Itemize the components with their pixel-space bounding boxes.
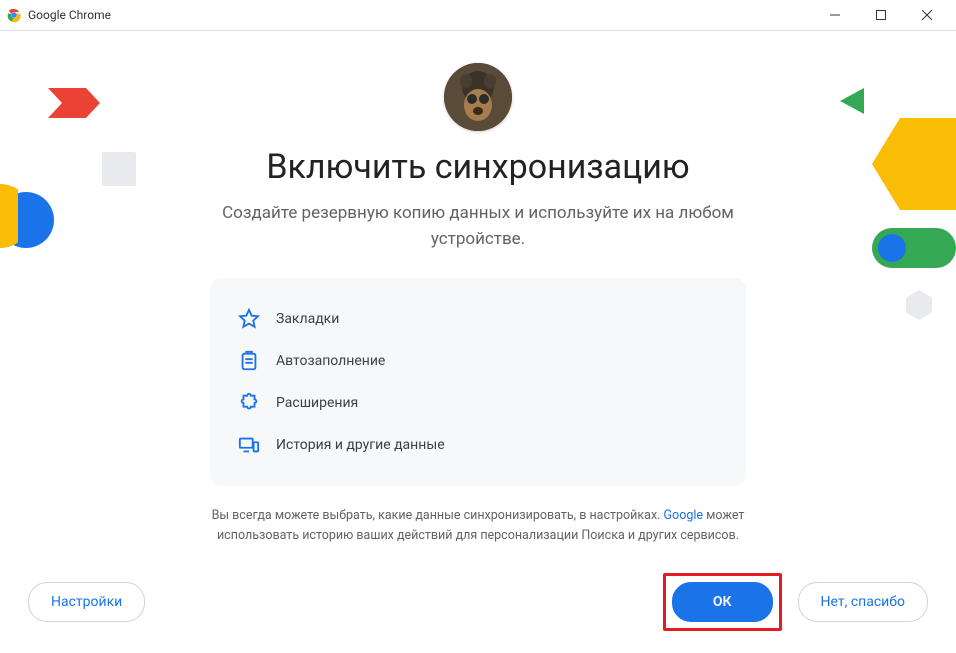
feature-bookmarks: Закладки [238, 298, 718, 340]
page-title: Включить синхронизацию [0, 147, 956, 187]
disclaimer-before: Вы всегда можете выбрать, какие данные с… [212, 508, 664, 523]
minimize-button[interactable] [812, 0, 858, 30]
disclaimer: Вы всегда можете выбрать, какие данные с… [198, 506, 758, 546]
star-icon [238, 308, 260, 330]
google-link[interactable]: Google [664, 508, 703, 523]
settings-button[interactable]: Настройки [28, 582, 145, 622]
feature-autofill: Автозаполнение [238, 340, 718, 382]
chrome-icon [6, 7, 22, 23]
puzzle-icon [238, 392, 260, 414]
feature-label: Автозаполнение [276, 353, 385, 369]
page-subtitle: Создайте резервную копию данных и исполь… [218, 201, 738, 252]
no-thanks-button[interactable]: Нет, спасибо [798, 582, 928, 622]
feature-extensions: Расширения [238, 382, 718, 424]
feature-history: История и другие данные [238, 424, 718, 466]
feature-label: История и другие данные [276, 437, 445, 453]
feature-list: Закладки Автозаполнение Расширения Истор… [210, 278, 746, 486]
window-title: Google Chrome [28, 8, 812, 22]
titlebar: Google Chrome [0, 0, 956, 31]
clipboard-icon [238, 350, 260, 372]
feature-label: Закладки [276, 311, 339, 327]
main-content: Включить синхронизацию Создайте резервну… [0, 31, 956, 546]
avatar [444, 63, 512, 131]
feature-label: Расширения [276, 395, 358, 411]
close-button[interactable] [904, 0, 950, 30]
devices-icon [238, 434, 260, 456]
maximize-button[interactable] [858, 0, 904, 30]
ok-highlight: ОК [663, 573, 782, 631]
ok-button[interactable]: ОК [672, 582, 773, 622]
footer: Настройки ОК Нет, спасибо [0, 573, 956, 631]
window-controls [812, 0, 950, 30]
